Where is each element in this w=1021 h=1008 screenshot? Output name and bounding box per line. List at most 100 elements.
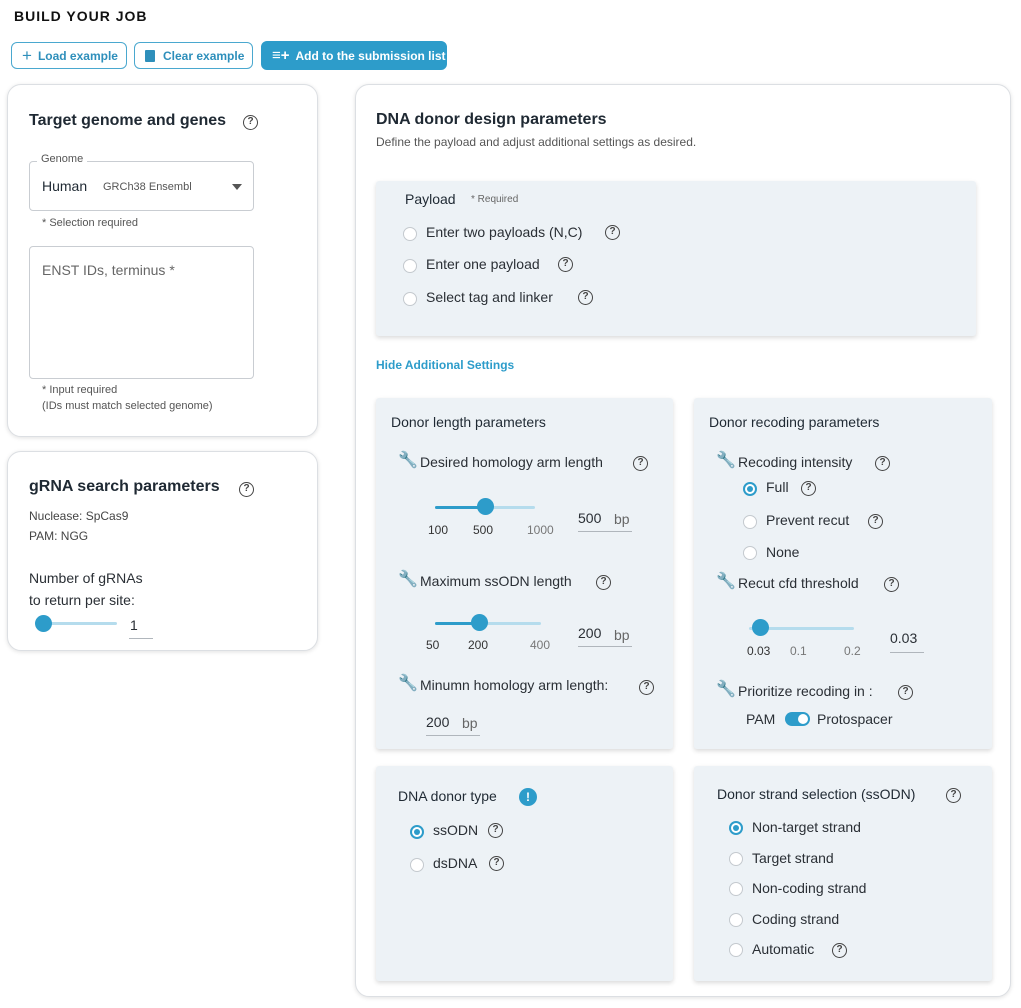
min-homology-value[interactable]: 200: [426, 714, 449, 730]
recoding-full-radio[interactable]: [743, 482, 757, 496]
genome-select-value: Human: [42, 178, 88, 194]
wrench-icon: 🔧: [398, 571, 418, 588]
add-submission-label: Add to the submission list: [295, 48, 446, 63]
ssodn-tick-mid: 200: [468, 638, 489, 652]
cfd-tick-mid: 0.1: [790, 644, 807, 658]
homology-arm-value[interactable]: 500: [578, 510, 601, 526]
strand-target-radio[interactable]: [729, 852, 743, 866]
plus-icon: +: [22, 46, 32, 65]
nuclease-text: Nuclease: SpCas9: [29, 509, 129, 523]
donor-type-dsdna-label[interactable]: dsDNA: [433, 855, 477, 871]
add-submission-button[interactable]: ≡+ Add to the submission list: [261, 41, 447, 70]
strand-non-coding-label[interactable]: Non-coding strand: [752, 880, 866, 896]
strand-coding-radio[interactable]: [729, 913, 743, 927]
ssodn-tick-max: 400: [530, 638, 551, 652]
homology-arm-label: Desired homology arm length: [420, 454, 603, 470]
payload-two-radio[interactable]: [403, 227, 417, 241]
payload-one-radio[interactable]: [403, 259, 417, 273]
help-icon[interactable]: ?: [633, 456, 648, 471]
strand-automatic-radio[interactable]: [729, 943, 743, 957]
strand-coding-label[interactable]: Coding strand: [752, 911, 839, 927]
ssodn-tick-min: 50: [426, 638, 440, 652]
trash-icon: [145, 49, 155, 62]
recoding-intensity-label: Recoding intensity: [738, 454, 853, 470]
donor-type-dsdna-radio[interactable]: [410, 858, 424, 872]
grna-count-label-2: to return per site:: [29, 592, 135, 608]
help-icon[interactable]: ?: [488, 823, 503, 838]
wrench-icon: 🔧: [398, 675, 418, 692]
homology-arm-unit: bp: [614, 511, 630, 527]
ssodn-length-value[interactable]: 200: [578, 625, 601, 641]
payload-tag-radio[interactable]: [403, 292, 417, 306]
help-icon[interactable]: ?: [558, 257, 573, 272]
help-icon[interactable]: ?: [596, 575, 611, 590]
homology-tick-min: 100: [428, 523, 449, 537]
grna-search-title: gRNA search parameters: [29, 478, 220, 495]
strand-non-target-label[interactable]: Non-target strand: [752, 819, 861, 835]
payload-label: Payload: [405, 191, 456, 207]
payload-two-label[interactable]: Enter two payloads (N,C): [426, 224, 582, 240]
recut-cfd-value[interactable]: 0.03: [890, 630, 917, 646]
strand-target-label[interactable]: Target strand: [752, 850, 834, 866]
donor-recoding-title: Donor recoding parameters: [709, 414, 880, 430]
help-icon[interactable]: ?: [832, 943, 847, 958]
homology-arm-underline: [578, 531, 632, 532]
donor-type-title: DNA donor type: [398, 788, 497, 804]
help-icon[interactable]: ?: [898, 685, 913, 700]
strand-non-target-radio[interactable]: [729, 821, 743, 835]
wrench-icon: 🔧: [716, 452, 736, 469]
caret-down-icon[interactable]: [232, 184, 242, 190]
hide-settings-link[interactable]: Hide Additional Settings: [376, 358, 514, 372]
recoding-none-radio[interactable]: [743, 546, 757, 560]
help-icon[interactable]: ?: [639, 680, 654, 695]
toggle-pam-label: PAM: [746, 711, 776, 727]
help-icon[interactable]: ?: [946, 788, 961, 803]
help-icon[interactable]: ?: [801, 481, 816, 496]
help-icon[interactable]: ?: [868, 514, 883, 529]
payload-required: * Required: [471, 194, 519, 205]
clear-example-button[interactable]: Clear example: [134, 42, 253, 69]
ssodn-length-slider-knob[interactable]: [471, 614, 488, 631]
load-example-button[interactable]: + Load example: [11, 42, 127, 69]
load-example-label: Load example: [37, 48, 118, 63]
recoding-prevent-radio[interactable]: [743, 515, 757, 529]
help-icon[interactable]: ?: [239, 482, 254, 497]
payload-tag-label[interactable]: Select tag and linker: [426, 289, 553, 305]
input-required-note: * Input required: [42, 384, 118, 396]
grna-count-value[interactable]: 1: [130, 617, 138, 633]
strand-non-coding-radio[interactable]: [729, 882, 743, 896]
homology-arm-slider-knob[interactable]: [477, 498, 494, 515]
wrench-icon: 🔧: [716, 681, 736, 698]
grna-count-slider-knob[interactable]: [35, 615, 52, 632]
help-icon[interactable]: ?: [884, 577, 899, 592]
strand-automatic-label[interactable]: Automatic: [752, 941, 814, 957]
help-icon[interactable]: ?: [489, 856, 504, 871]
cfd-tick-max: 0.2: [844, 644, 861, 658]
enst-ids-placeholder: ENST IDs, terminus *: [42, 262, 175, 278]
recoding-none-label[interactable]: None: [766, 544, 799, 560]
donor-type-ssodn-label[interactable]: ssODN: [433, 822, 478, 838]
genome-select-sub: GRCh38 Ensembl: [103, 181, 192, 193]
selection-required-note: * Selection required: [42, 217, 139, 229]
dna-donor-subtitle: Define the payload and adjust additional…: [376, 135, 697, 149]
payload-one-label[interactable]: Enter one payload: [426, 256, 540, 272]
pam-text: PAM: NGG: [29, 529, 89, 543]
min-homology-unit: bp: [462, 715, 478, 731]
min-homology-underline: [426, 735, 480, 736]
pam-protospacer-toggle[interactable]: [785, 712, 810, 726]
grna-count-label: Number of gRNAs: [29, 570, 143, 586]
help-icon[interactable]: ?: [578, 290, 593, 305]
donor-strand-title: Donor strand selection (ssODN): [717, 786, 916, 802]
toggle-protospacer-label: Protospacer: [817, 711, 893, 727]
toggle-knob: [798, 714, 808, 724]
recut-cfd-slider-knob[interactable]: [752, 619, 769, 636]
recoding-prevent-label[interactable]: Prevent recut: [766, 512, 849, 528]
help-icon[interactable]: ?: [875, 456, 890, 471]
help-icon[interactable]: ?: [605, 225, 620, 240]
ssodn-length-label: Maximum ssODN length: [420, 573, 572, 589]
recut-cfd-label: Recut cfd threshold: [738, 575, 859, 591]
recoding-full-label[interactable]: Full: [766, 479, 789, 495]
info-alert-icon[interactable]: !: [519, 788, 537, 806]
donor-type-ssodn-radio[interactable]: [410, 825, 424, 839]
help-icon[interactable]: ?: [243, 115, 258, 130]
